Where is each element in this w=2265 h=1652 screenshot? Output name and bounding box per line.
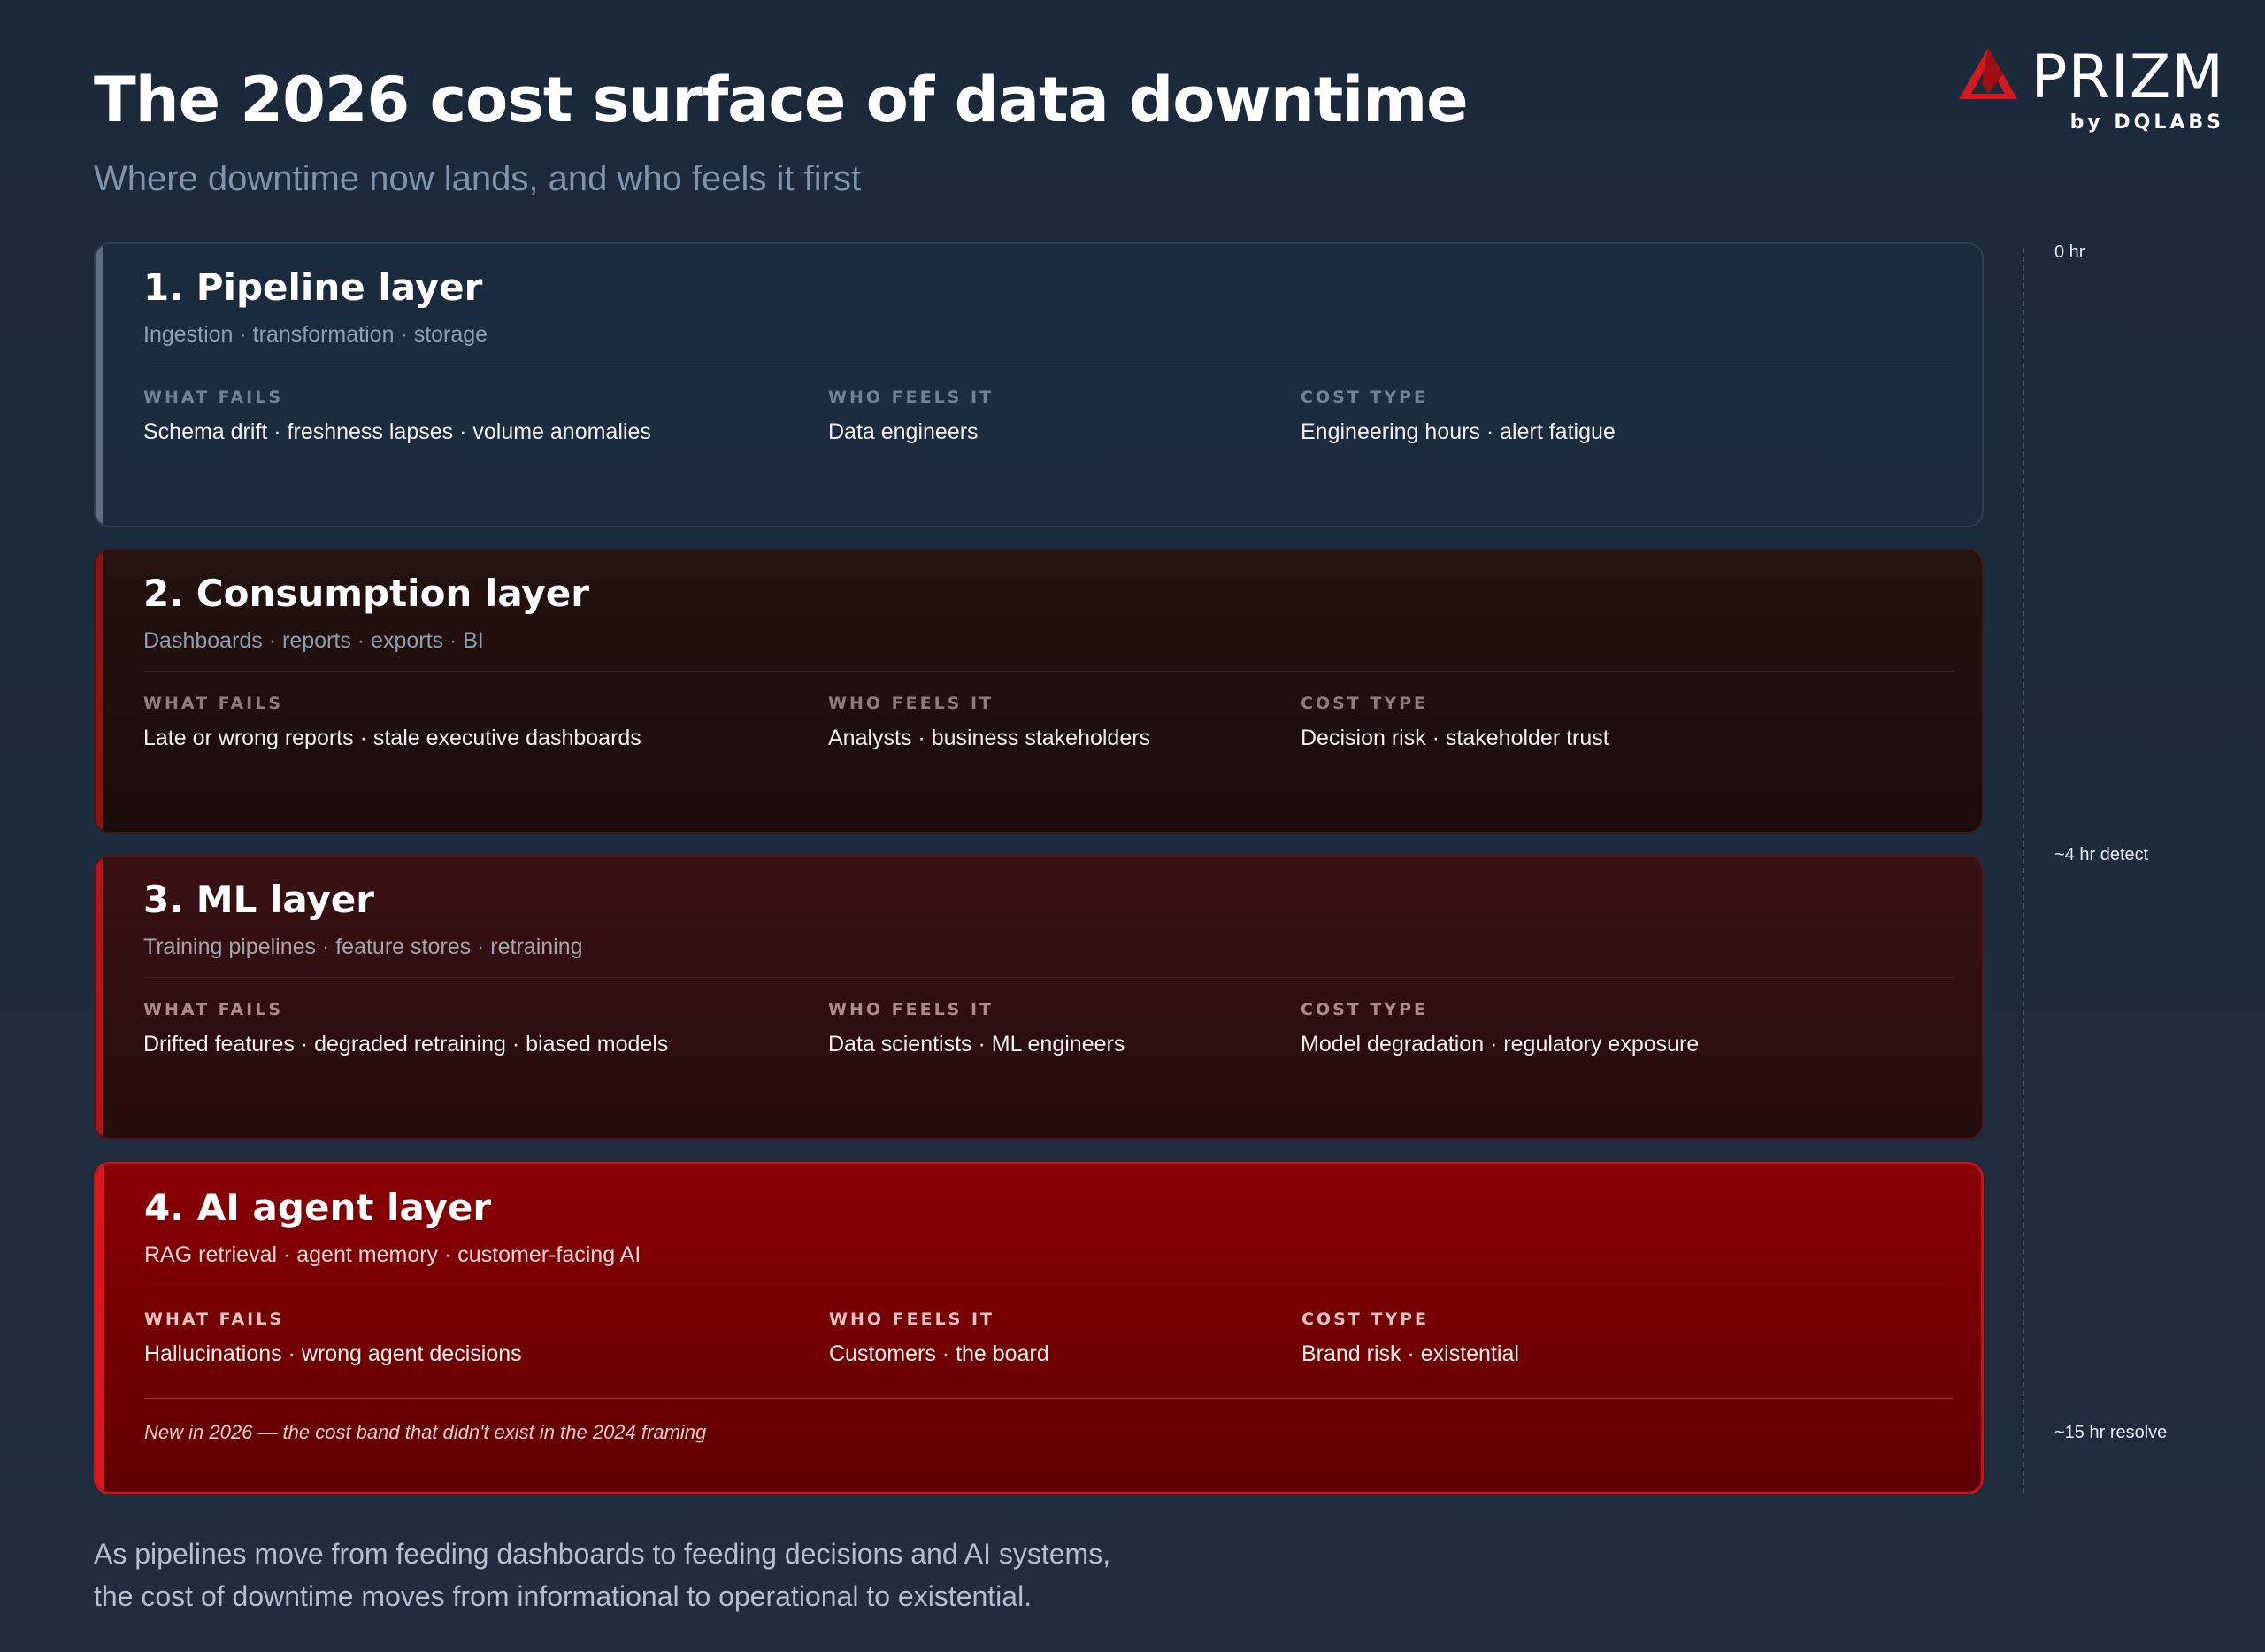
timeline-tick-resolve: ~15 hr resolve [2054,1423,2168,1442]
timeline-tick-start: 0 hr [2054,242,2085,262]
layer-note: New in 2026 — the cost band that didn't … [144,1421,707,1443]
who-feels-it-column: WHO FEELS IT Analysts · business stakeho… [828,694,1150,751]
who-feels-it-value: Data scientists · ML engineers [828,1032,1125,1057]
what-fails-column: WHAT FAILS Schema drift · freshness laps… [143,388,651,445]
what-fails-label: WHAT FAILS [144,1310,285,1329]
page-subtitle: Where downtime now lands, and who feels … [94,159,862,198]
cost-type-value: Engineering hours · alert fatigue [1301,419,1616,444]
who-feels-it-label: WHO FEELS IT [829,1310,994,1329]
cost-type-label: COST TYPE [1301,1000,1428,1019]
timeline-tick-detect: ~4 hr detect [2054,845,2149,864]
cost-type-column: COST TYPE Model degradation · regulatory… [1301,1000,1699,1057]
layer-accent-bar [96,244,103,526]
cost-type-label: COST TYPE [1301,388,1428,407]
layer-subtitle: Ingestion · transformation · storage [143,322,488,347]
what-fails-value: Hallucinations · wrong agent decisions [144,1341,522,1366]
prizm-logo: PRIZM by DQLABS [1959,42,2224,140]
layer-accent-bar [96,1164,104,1492]
what-fails-column: WHAT FAILS Drifted features · degraded r… [143,1000,668,1057]
prizm-triangle-icon [1959,48,2017,99]
layer-title: 3. ML layer [143,878,375,921]
layer-title: 4. AI agent layer [144,1186,492,1229]
logo-byline: by DQLABS [2069,111,2224,134]
layer-title: 2. Consumption layer [143,572,589,615]
who-feels-it-column: WHO FEELS IT Data scientists · ML engine… [828,1000,1125,1057]
page-title: The 2026 cost surface of data downtime [94,64,1469,136]
timeline-axis [2023,248,2024,1494]
cost-type-value: Decision risk · stakeholder trust [1301,726,1609,750]
who-feels-it-value: Analysts · business stakeholders [828,726,1151,750]
infographic: The 2026 cost surface of data downtime W… [0,0,2265,1652]
cost-type-label: COST TYPE [1301,1310,1429,1329]
layer-divider [143,977,1954,978]
who-feels-it-label: WHO FEELS IT [828,694,994,713]
layer-divider [143,671,1954,672]
layer-card-consumption: 2. Consumption layer Dashboards · report… [94,549,1984,834]
who-feels-it-column: WHO FEELS IT Customers · the board [829,1310,1049,1367]
layer-card-ml: 3. ML layer Training pipelines · feature… [94,855,1984,1140]
footer-line: the cost of downtime moves from informat… [94,1580,1033,1612]
layer-accent-bar [96,550,103,832]
layer-note-divider [144,1398,1953,1399]
cost-type-column: COST TYPE Decision risk · stakeholder tr… [1301,694,1609,751]
cost-type-column: COST TYPE Engineering hours · alert fati… [1301,388,1616,445]
what-fails-value: Schema drift · freshness lapses · volume… [143,419,651,444]
who-feels-it-label: WHO FEELS IT [828,1000,994,1019]
layer-subtitle: RAG retrieval · agent memory · customer-… [144,1242,641,1267]
who-feels-it-value: Data engineers [828,419,979,444]
layer-subtitle: Dashboards · reports · exports · BI [143,628,484,653]
who-feels-it-value: Customers · the board [829,1341,1049,1366]
what-fails-column: WHAT FAILS Late or wrong reports · stale… [143,694,641,751]
who-feels-it-label: WHO FEELS IT [828,388,994,407]
cost-type-value: Model degradation · regulatory exposure [1301,1032,1700,1057]
layer-columns: WHAT FAILS Hallucinations · wrong agent … [144,1310,1953,1380]
layer-columns: WHAT FAILS Late or wrong reports · stale… [143,694,1954,765]
what-fails-column: WHAT FAILS Hallucinations · wrong agent … [144,1310,522,1367]
what-fails-value: Late or wrong reports · stale executive … [143,726,641,750]
footer-line: As pipelines move from feeding dashboard… [94,1538,1111,1570]
cost-type-column: COST TYPE Brand risk · existential [1301,1310,1519,1367]
layer-card-pipeline: 1. Pipeline layer Ingestion · transforma… [94,242,1984,527]
layer-subtitle: Training pipelines · feature stores · re… [143,934,583,959]
who-feels-it-column: WHO FEELS IT Data engineers [828,388,994,445]
cost-type-label: COST TYPE [1301,694,1428,713]
layer-columns: WHAT FAILS Schema drift · freshness laps… [143,388,1954,458]
what-fails-label: WHAT FAILS [143,694,284,713]
layer-card-ai-agent: 4. AI agent layer RAG retrieval · agent … [94,1162,1984,1494]
layer-title: 1. Pipeline layer [143,265,483,309]
footer-caption: As pipelines move from feeding dashboard… [94,1533,1110,1617]
what-fails-label: WHAT FAILS [143,1000,284,1019]
cost-type-value: Brand risk · existential [1301,1341,1519,1366]
layer-columns: WHAT FAILS Drifted features · degraded r… [143,1000,1954,1071]
what-fails-value: Drifted features · degraded retraining ·… [143,1032,669,1057]
what-fails-label: WHAT FAILS [143,388,284,407]
layer-accent-bar [96,857,103,1138]
logo-wordmark: PRIZM [2031,42,2224,112]
